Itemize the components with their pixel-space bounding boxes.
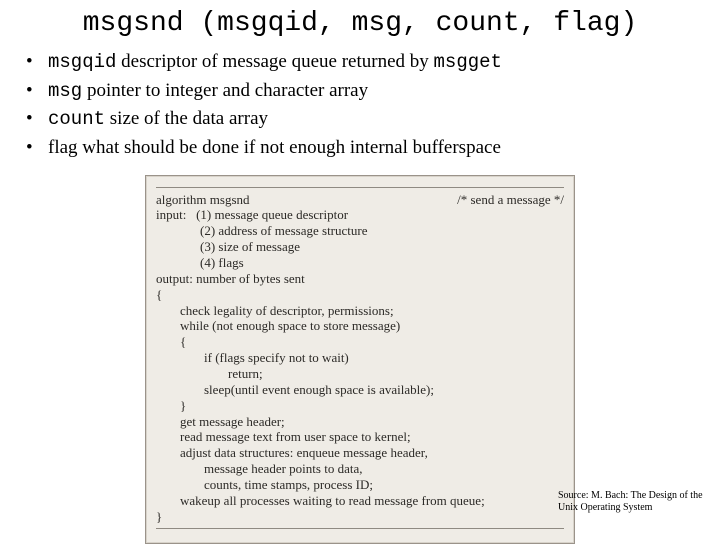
bullet-item: • flag what should be done if not enough… [26,135,720,161]
code: msg [48,80,82,102]
slide-title: msgsnd (msgqid, msg, count, flag) [0,0,720,49]
brace: } [156,398,564,414]
input-item: (1) message queue descriptor [196,207,348,222]
bullet-list: • msgqid descriptor of message queue ret… [0,49,720,161]
code-line: check legality of descriptor, permission… [156,303,564,319]
code-line: if (flags specify not to wait) [156,350,564,366]
code-line: message header points to data, [156,461,564,477]
brace: } [156,509,564,525]
bullet-item: • msg pointer to integer and character a… [26,78,720,105]
code-line: wakeup all processes waiting to read mes… [156,493,564,509]
code-line: adjust data structures: enqueue message … [156,445,564,461]
input-item: (4) flags [156,255,564,271]
bullet-dot: • [26,106,48,132]
code-line: sleep(until event enough space is availa… [156,382,564,398]
source-citation: Source: M. Bach: The Design of the Unix … [558,490,708,514]
bullet-item: • msgqid descriptor of message queue ret… [26,49,720,76]
bullet-text: msgqid descriptor of message queue retur… [48,49,502,76]
bullet-text: flag what should be done if not enough i… [48,135,501,161]
text: size of the data array [105,108,268,129]
bullet-dot: • [26,135,48,161]
bullet-item: • count size of the data array [26,106,720,133]
text: descriptor of message queue returned by [116,51,433,72]
code: count [48,108,105,130]
code-line: read message text from user space to ker… [156,429,564,445]
algorithm-comment: /* send a message */ [457,192,564,208]
bullet-text: msg pointer to integer and character arr… [48,78,368,105]
input-item: (3) size of message [156,239,564,255]
algorithm-figure: algorithm msgsnd /* send a message */ in… [145,175,575,544]
code-line: get message header; [156,414,564,430]
text: flag what should be done if not enough i… [48,137,501,158]
code-line: return; [156,366,564,382]
input-item: (2) address of message structure [156,223,564,239]
slide: msgsnd (msgqid, msg, count, flag) • msgq… [0,0,720,540]
figure-container: algorithm msgsnd /* send a message */ in… [0,175,720,544]
code-line: while (not enough space to store message… [156,318,564,334]
code-line: counts, time stamps, process ID; [156,477,564,493]
brace: { [156,287,564,303]
text: pointer to integer and character array [82,80,368,101]
algorithm-name: algorithm msgsnd [156,192,250,208]
bullet-dot: • [26,78,48,104]
brace: { [156,334,564,350]
output-line: output: number of bytes sent [156,271,564,287]
bullet-text: count size of the data array [48,106,268,133]
bullet-dot: • [26,49,48,75]
code: msgqid [48,51,116,73]
code: msgget [434,51,502,73]
input-label: input: [156,207,186,222]
